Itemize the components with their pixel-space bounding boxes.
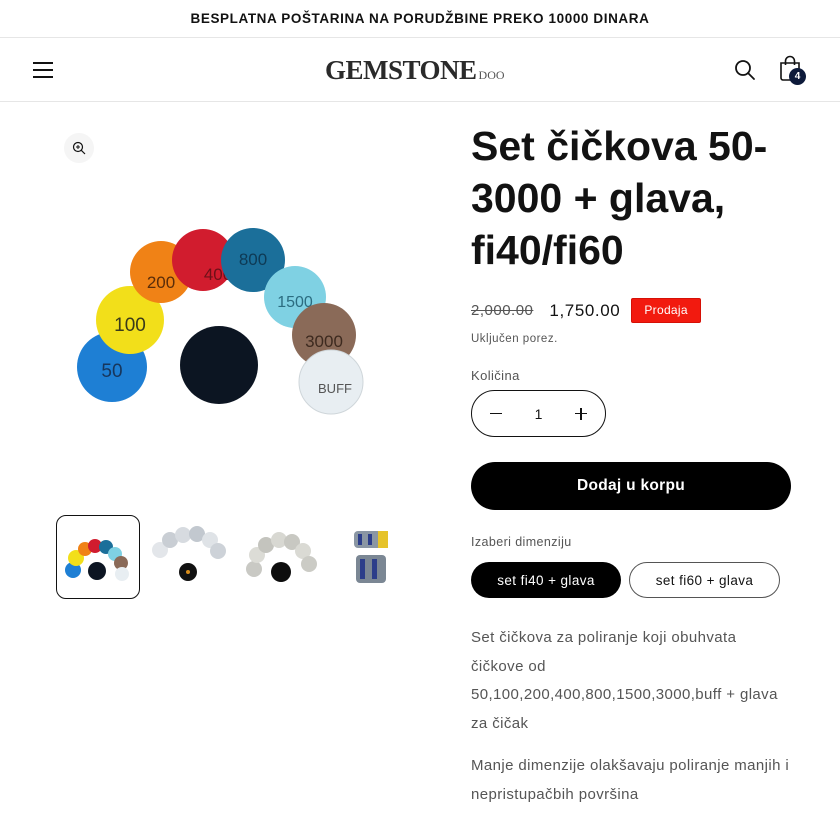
product-thumbnail-2[interactable] (148, 515, 232, 599)
announcement-text: BESPLATNA POŠTARINA NA PORUDŽBINE PREKO … (190, 11, 650, 26)
site-logo[interactable]: GEMSTONE DOO (325, 55, 505, 87)
quantity-label: Količina (471, 368, 520, 383)
logo-wordmark: GEMSTONE (325, 55, 477, 85)
shopping-bag-icon[interactable]: 4 (779, 55, 811, 87)
product-thumbnail-1[interactable] (56, 515, 140, 599)
variant-option-fi60[interactable]: set fi60 + glava (629, 562, 780, 598)
product-main-image[interactable]: 50 100 200 400 800 1500 3000 BUFF (60, 210, 380, 430)
disc-label: 200 (147, 273, 175, 292)
disc-label: 3000 (305, 332, 343, 351)
add-to-cart-button[interactable]: Dodaj u korpu (471, 462, 791, 510)
logo-suffix: DOO (478, 68, 505, 82)
announcement-bar: BESPLATNA POŠTARINA NA PORUDŽBINE PREKO … (0, 0, 840, 38)
tax-note: Uključen porez. (471, 333, 558, 345)
sale-price: 1,750.00 (549, 300, 621, 320)
product-description-2: Manje dimenzije olakšavaju poliranje man… (471, 757, 790, 803)
product-thumbnail-3[interactable] (240, 515, 324, 599)
cart-count-badge: 4 (789, 68, 806, 85)
variant-label: Izaberi dimenziju (471, 535, 572, 549)
hamburger-menu-icon[interactable] (33, 59, 55, 81)
zoom-icon (72, 141, 86, 155)
decrease-quantity-button[interactable] (488, 406, 504, 422)
zoom-in-button[interactable] (64, 133, 94, 163)
disc-label: 100 (114, 315, 146, 336)
sale-badge: Prodaja (631, 298, 701, 323)
price-row: 2,000.00 1,750.00 Prodaja (471, 298, 701, 323)
variant-option-fi40[interactable]: set fi40 + glava (471, 562, 621, 598)
disc-label: 50 (101, 361, 122, 382)
product-description-1: Set čičkova za poliranje koji obuhvata č… (471, 629, 778, 732)
site-header: GEMSTONE DOO 4 (0, 39, 840, 102)
product-thumbnail-4[interactable] (332, 515, 390, 599)
quantity-input[interactable] (518, 405, 559, 422)
product-title: Set čičkova 50-3000 + glava, fi40/fi60 (471, 123, 768, 273)
regular-price: 2,000.00 (471, 302, 534, 319)
search-icon[interactable] (734, 59, 756, 86)
disc-label: 800 (239, 250, 267, 269)
quantity-stepper (471, 390, 606, 437)
increase-quantity-button[interactable] (573, 406, 589, 422)
disc-label: BUFF (318, 381, 352, 396)
